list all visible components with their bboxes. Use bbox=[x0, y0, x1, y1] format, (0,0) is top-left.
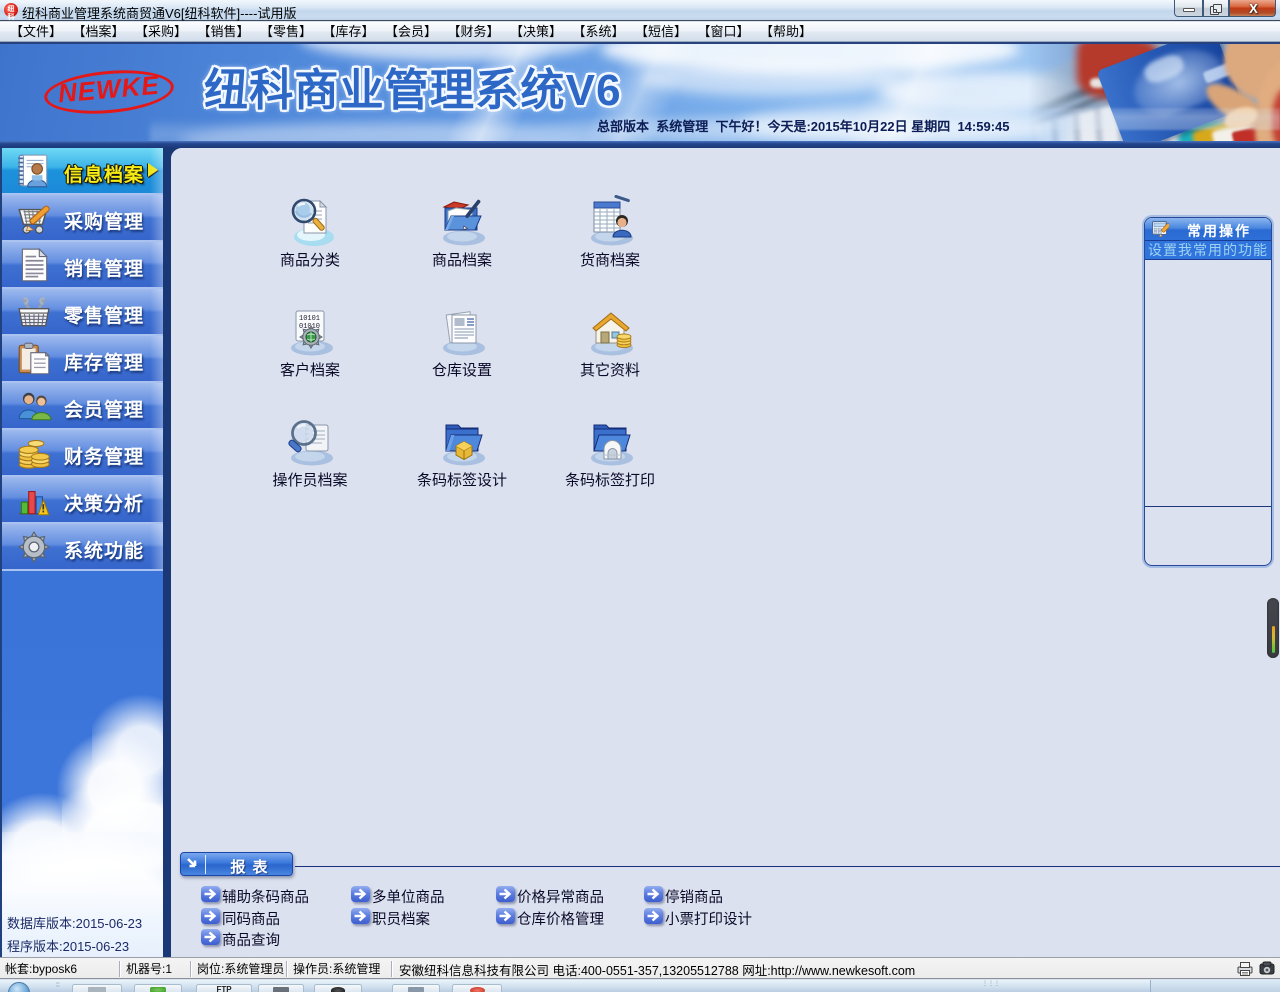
svg-text:10101: 10101 bbox=[299, 315, 320, 323]
